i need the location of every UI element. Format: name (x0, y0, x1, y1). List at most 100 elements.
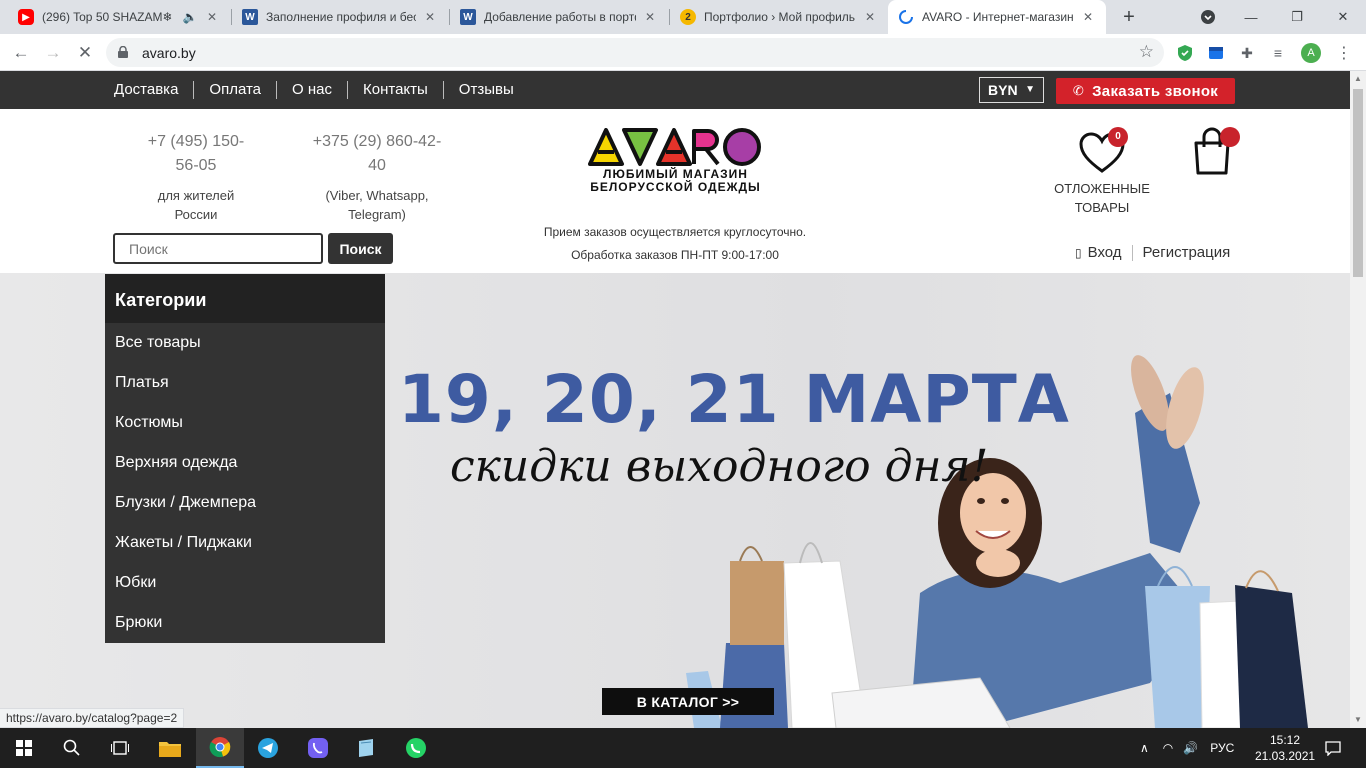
address-bar[interactable]: avaro.by ☆ (106, 38, 1164, 67)
category-skirts[interactable]: Юбки (105, 563, 385, 603)
nav-contacts[interactable]: Контакты (347, 81, 443, 99)
close-icon[interactable]: ✕ (1080, 9, 1096, 25)
extension-icon[interactable] (1206, 43, 1226, 63)
loading-icon (898, 9, 914, 25)
order-call-button[interactable]: ✆ Заказать звонок (1056, 78, 1235, 104)
wishlist-link[interactable]: 0 ОТЛОЖЕННЫЕ ТОВАРЫ (1050, 127, 1154, 217)
search-taskbar-button[interactable] (48, 728, 96, 768)
scroll-down-arrow[interactable]: ▼ (1350, 712, 1366, 728)
forward-button[interactable]: → (40, 40, 66, 66)
tab-avaro[interactable]: AVARO - Интернет-магазин ✕ (888, 0, 1106, 34)
category-trousers[interactable]: Брюки (105, 603, 385, 643)
viber-icon (308, 738, 328, 758)
maximize-button[interactable]: ❐ (1274, 0, 1320, 34)
language-indicator[interactable]: РУС (1210, 741, 1234, 755)
login-link[interactable]: Вход (1088, 244, 1122, 261)
tab-title: Портфолио › Мой профиль (704, 10, 856, 24)
media-queue-icon[interactable]: ≡ (1268, 43, 1288, 63)
currency-select[interactable]: BYN ▼ (979, 77, 1044, 103)
close-icon[interactable]: ✕ (642, 9, 658, 25)
close-window-button[interactable]: ✕ (1320, 0, 1366, 34)
promo-date: 19, 20, 21 МАРТА (398, 361, 1070, 438)
phone-number[interactable]: +7 (495) 150-56-05 (140, 130, 252, 178)
search-button[interactable]: Поиск (328, 233, 393, 264)
close-icon[interactable]: ✕ (204, 9, 220, 25)
promo-subtitle: скидки выходного дня! (450, 441, 989, 492)
word-icon: W (460, 9, 476, 25)
cart-link[interactable] (1192, 127, 1242, 177)
promo-banner[interactable]: Категории Все товары Платья Костюмы Верх… (0, 273, 1350, 728)
wishlist-label: ОТЛОЖЕННЫЕ ТОВАРЫ (1050, 179, 1154, 217)
hours-line-2: Обработка заказов ПН-ПТ 9:00-17:00 (571, 248, 779, 262)
category-blouses[interactable]: Блузки / Джемпера (105, 483, 385, 523)
task-view-button[interactable] (96, 728, 144, 768)
search-icon (63, 739, 80, 756)
notifications-button[interactable] (1325, 728, 1341, 768)
category-all[interactable]: Все товары (105, 323, 385, 363)
volume-icon[interactable]: 🔊 (1183, 741, 1198, 755)
browser-toolbar: ← → ✕ avaro.by ☆ ✚ ≡ A ⋮ (0, 34, 1366, 71)
tray-expand-icon[interactable]: ∧ (1140, 741, 1149, 755)
minimize-button[interactable]: — (1228, 0, 1274, 34)
chrome-icon (209, 737, 231, 758)
nav-reviews[interactable]: Отзывы (442, 81, 529, 99)
taskbar-telegram[interactable] (244, 728, 292, 768)
close-icon[interactable]: ✕ (422, 9, 438, 25)
page-scrollbar[interactable]: ▲ ▼ (1350, 71, 1366, 728)
register-link[interactable]: Регистрация (1143, 244, 1231, 261)
category-outerwear[interactable]: Верхняя одежда (105, 443, 385, 483)
wifi-icon[interactable]: ◠ (1163, 741, 1173, 755)
new-tab-button[interactable]: + (1118, 6, 1140, 28)
nav-about[interactable]: О нас (276, 81, 347, 99)
adblock-shield-icon[interactable] (1175, 43, 1195, 63)
url-text: avaro.by (142, 45, 196, 61)
back-button[interactable]: ← (8, 40, 34, 66)
tab-title: (296) Top 50 SHAZAM❄ (42, 10, 173, 24)
notes-icon (359, 739, 373, 757)
phone-number[interactable]: +375 (29) 860-42-40 (306, 130, 448, 178)
category-jackets[interactable]: Жакеты / Пиджаки (105, 523, 385, 563)
scroll-up-arrow[interactable]: ▲ (1350, 71, 1366, 87)
taskbar-chrome[interactable] (196, 728, 244, 768)
phone-russia: +7 (495) 150-56-05 для жителей России (140, 130, 252, 224)
divider (1131, 244, 1133, 261)
tab-word-1[interactable]: W Заполнение профиля и бесп ✕ (232, 0, 448, 34)
auth-links: ▯ Вход Регистрация (1075, 244, 1230, 261)
system-clock[interactable]: 15:12 21.03.2021 (1255, 732, 1315, 764)
start-button[interactable] (0, 728, 48, 768)
stop-loading-button[interactable]: ✕ (72, 40, 98, 66)
scrollbar-thumb[interactable] (1353, 89, 1363, 277)
wishlist-count-badge: 0 (1108, 127, 1128, 147)
taskbar-viber[interactable] (294, 728, 342, 768)
puzzle-extensions-icon[interactable]: ✚ (1237, 43, 1257, 63)
menu-dots-icon[interactable]: ⋮ (1334, 43, 1354, 63)
taskbar-whatsapp[interactable] (392, 728, 440, 768)
logo-tagline: ЛЮБИМЫЙ МАГАЗИН БЕЛОРУССКОЙ ОДЕЖДЫ (588, 168, 763, 194)
bookmark-star-icon[interactable]: ☆ (1139, 42, 1154, 62)
hours-line-1: Прием заказов осуществляется круглосуточ… (543, 225, 807, 239)
notification-icon (1325, 741, 1341, 756)
browser-tab-strip: ▶ (296) Top 50 SHAZAM❄ 🔈 ✕ W Заполнение … (0, 0, 1366, 34)
clock-time: 15:12 (1269, 733, 1301, 747)
search-input[interactable] (113, 233, 323, 264)
tab-kwork[interactable]: 2 Портфолио › Мой профиль ✕ (670, 0, 888, 34)
nav-delivery[interactable]: Доставка (114, 81, 193, 99)
taskbar-notes-app[interactable] (342, 728, 390, 768)
catalog-button[interactable]: В КАТАЛОГ >> (602, 688, 774, 715)
taskbar-file-explorer[interactable] (146, 728, 194, 768)
speaker-icon[interactable]: 🔈 (182, 9, 198, 25)
tab-word-2[interactable]: W Добавление работы в портф ✕ (450, 0, 668, 34)
category-suits[interactable]: Костюмы (105, 403, 385, 443)
site-header: +7 (495) 150-56-05 для жителей России +3… (0, 109, 1350, 273)
clock-date: 21.03.2021 (1255, 749, 1316, 763)
wishlist-label-1: ОТЛОЖЕННЫЕ (1054, 181, 1150, 196)
category-dresses[interactable]: Платья (105, 363, 385, 403)
nav-payment[interactable]: Оплата (193, 81, 276, 99)
tab-youtube[interactable]: ▶ (296) Top 50 SHAZAM❄ 🔈 ✕ (8, 0, 230, 34)
tab-search-icon[interactable] (1185, 0, 1231, 34)
close-icon[interactable]: ✕ (862, 9, 878, 25)
profile-avatar[interactable]: A (1301, 43, 1321, 63)
user-icon: ▯ (1075, 245, 1082, 260)
tab-title: Заполнение профиля и бесп (266, 10, 416, 24)
phone-belarus: +375 (29) 860-42-40 (Viber, Whatsapp, Te… (306, 130, 448, 224)
